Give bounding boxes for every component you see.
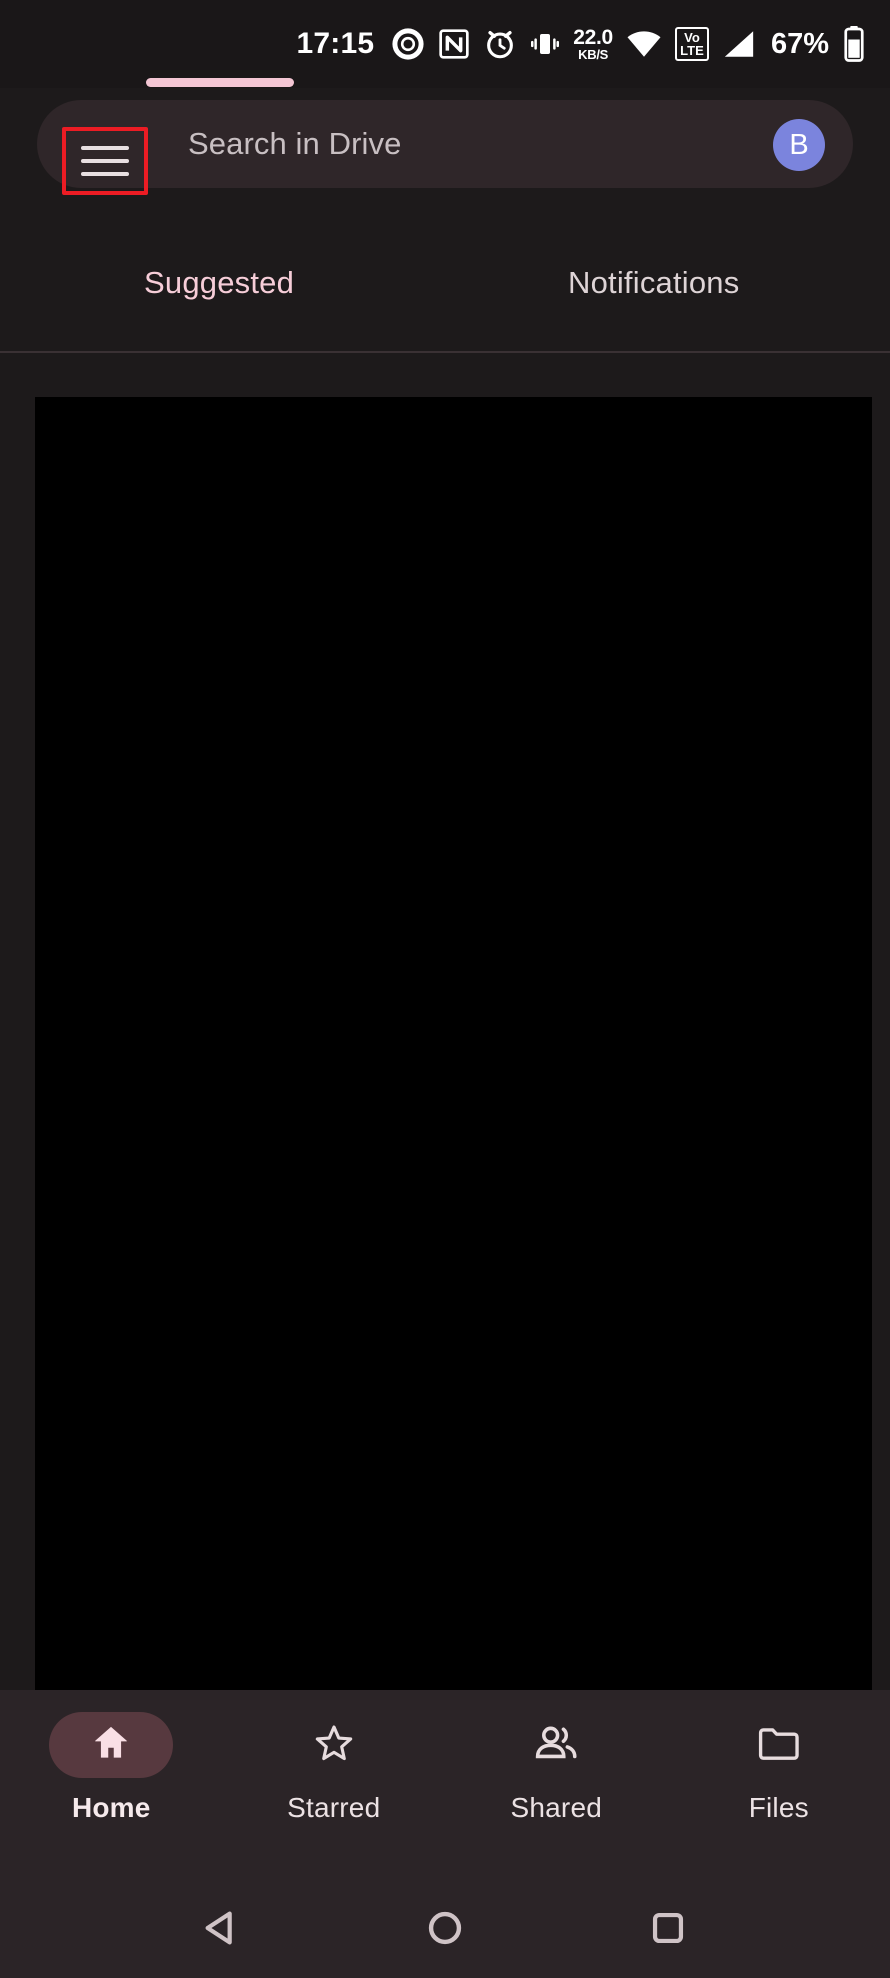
vibrate-icon <box>530 28 560 60</box>
search-bar-background[interactable] <box>37 100 853 188</box>
nav-item-starred[interactable]: Starred <box>223 1690 446 1878</box>
network-speed-unit: KB/S <box>578 47 609 62</box>
folder-icon <box>756 1722 802 1769</box>
battery-icon <box>842 26 866 62</box>
network-speed-value: 22.0 <box>573 26 613 49</box>
nav-item-shared-label: Shared <box>510 1792 602 1823</box>
nav-item-files[interactable]: Files <box>668 1690 890 1878</box>
status-clock: 17:15 <box>296 27 375 60</box>
nav-item-shared[interactable]: Shared <box>445 1690 668 1878</box>
square-icon <box>653 1912 684 1944</box>
triangle-left-icon <box>205 1911 232 1945</box>
battery-percent-label: 67% <box>770 27 829 60</box>
circle-icon <box>428 1911 462 1945</box>
nav-item-home-label: Home <box>71 1792 151 1823</box>
suggested-content-area[interactable] <box>35 397 872 1690</box>
hamburger-line <box>81 146 129 150</box>
home-button[interactable] <box>400 1883 490 1973</box>
cellular-signal-icon <box>722 28 756 60</box>
search-bar[interactable]: Search in Drive B <box>37 100 853 195</box>
tab-notifications[interactable]: Notifications <box>568 255 739 351</box>
recents-button[interactable] <box>623 1883 713 1973</box>
wifi-icon <box>626 29 662 59</box>
nfc-icon <box>438 28 470 60</box>
nav-starred-holder <box>272 1712 396 1778</box>
tab-bar-divider <box>0 351 890 353</box>
nav-shared-holder <box>494 1712 618 1778</box>
back-button[interactable] <box>177 1883 267 1973</box>
android-navigation-bar <box>0 1878 890 1978</box>
hamburger-line <box>81 172 129 176</box>
hamburger-menu-icon[interactable] <box>62 127 148 195</box>
screen-record-icon <box>391 27 425 61</box>
network-speed-indicator: 22.0 KB/S <box>573 27 613 61</box>
bottom-navigation-bar: Home Starred Shared Files <box>0 1690 890 1878</box>
nav-item-files-label: Files <box>748 1792 809 1823</box>
hamburger-line <box>81 159 129 163</box>
tab-suggested[interactable]: Suggested <box>144 255 294 351</box>
avatar[interactable]: B <box>773 119 825 171</box>
home-icon <box>89 1721 133 1770</box>
volte-label-bottom: LTE <box>680 43 704 58</box>
people-icon <box>533 1721 579 1770</box>
volte-icon: Vo LTE <box>674 27 709 61</box>
star-outline-icon <box>312 1721 356 1770</box>
status-bar: 17:15 22.0 KB/S Vo LTE 67% <box>0 0 890 88</box>
nav-files-holder <box>717 1712 841 1778</box>
search-input[interactable]: Search in Drive <box>188 100 401 188</box>
drive-app-screen: 17:15 22.0 KB/S Vo LTE 67% Search in Dri… <box>0 0 890 1978</box>
tab-bar: Suggested Notifications <box>0 255 890 351</box>
active-tab-indicator <box>146 78 294 87</box>
nav-item-starred-label: Starred <box>287 1792 381 1823</box>
alarm-icon <box>483 27 517 61</box>
nav-home-pill <box>49 1712 174 1778</box>
nav-item-home[interactable]: Home <box>0 1690 223 1878</box>
